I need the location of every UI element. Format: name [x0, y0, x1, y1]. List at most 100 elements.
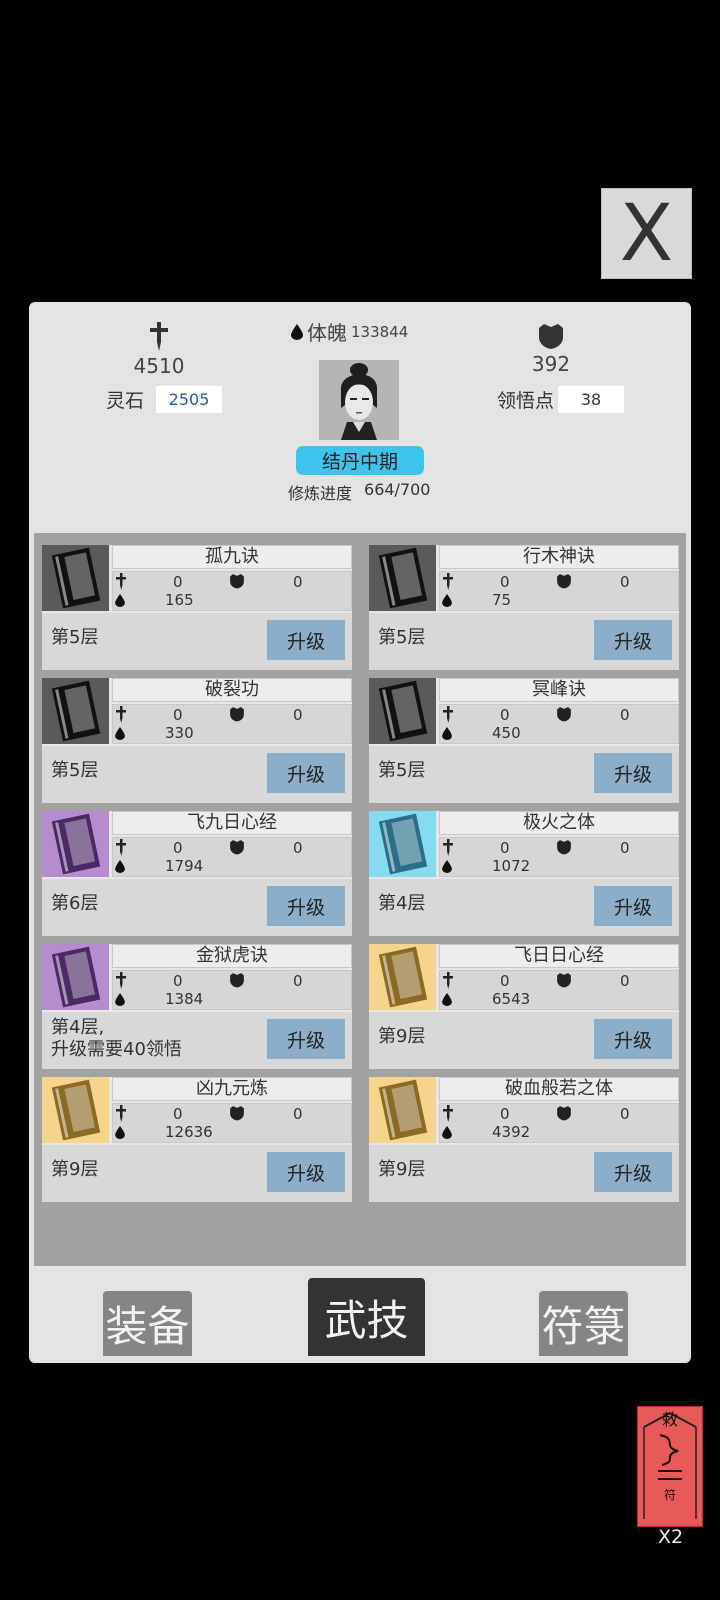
skill-card: 孤九诀 0 0 165 第5层 升级: [42, 545, 352, 670]
upgrade-button[interactable]: 升级: [594, 886, 672, 926]
skill-level-text: 第5层: [51, 627, 99, 648]
blood-drop-icon: [442, 1125, 452, 1143]
skill-level-text: 第6层: [51, 893, 99, 914]
skill-atk: 0: [173, 573, 183, 591]
skill-book-icon: [42, 944, 109, 1010]
tab-equipment[interactable]: 装备: [103, 1291, 192, 1356]
upgrade-button[interactable]: 升级: [267, 753, 345, 793]
skill-book-icon: [369, 944, 436, 1010]
upgrade-button[interactable]: 升级: [267, 1019, 345, 1059]
skill-stats: 0 0 1384: [112, 970, 352, 1010]
skill-hp: 1384: [165, 990, 204, 1008]
skill-level: 第9层: [51, 1159, 98, 1181]
skill-book-icon: [42, 545, 109, 611]
defense-stat: 392: [526, 322, 576, 376]
skill-book-icon: [369, 1077, 436, 1143]
skill-footer: 第9层 升级: [42, 1145, 352, 1202]
skill-def: 0: [293, 839, 303, 857]
skill-grid: 孤九诀 0 0 165 第5层 升级 行木神诀 0 0 75 第5层 升级 破裂…: [34, 533, 686, 1266]
skill-name: 金狱虎诀: [112, 944, 352, 968]
skill-stats: 0 0 12636: [112, 1103, 352, 1143]
attack-value: 4510: [133, 354, 185, 378]
upgrade-button[interactable]: 升级: [594, 1019, 672, 1059]
skill-level-text: 第4层,: [51, 1017, 105, 1038]
defense-value: 392: [531, 352, 571, 376]
upgrade-button[interactable]: 升级: [267, 1152, 345, 1192]
skill-footer: 第4层 升级: [369, 879, 679, 936]
avatar[interactable]: [319, 360, 399, 440]
skill-level-text: 第4层: [378, 893, 426, 914]
blood-drop-icon: [442, 593, 452, 611]
upgrade-button[interactable]: 升级: [594, 1152, 672, 1192]
blood-drop-icon: [115, 726, 125, 744]
skill-level: 第5层: [51, 760, 98, 782]
spirit-stone-value: 2505: [156, 386, 223, 413]
spirit-stone-row: 灵石 2505: [106, 386, 223, 413]
sword-icon: [115, 972, 127, 994]
talisman-scroll-button[interactable]: 敕 符: [637, 1406, 703, 1527]
skill-stats: 0 0 165: [112, 571, 352, 611]
skill-card: 凶九元炼 0 0 12636 第9层 升级: [42, 1077, 352, 1202]
skill-card: 极火之体 0 0 1072 第4层 升级: [369, 811, 679, 936]
shield-icon: [556, 573, 572, 593]
skill-book-icon: [369, 678, 436, 744]
skill-level: 第9层: [378, 1159, 425, 1181]
skill-atk: 0: [500, 706, 510, 724]
skill-level: 第5层: [378, 760, 425, 782]
tab-talismans[interactable]: 符箓: [539, 1291, 628, 1356]
skill-level: 第9层: [378, 1026, 425, 1048]
skill-book-icon: [42, 1077, 109, 1143]
shield-icon: [229, 1105, 245, 1125]
upgrade-button[interactable]: 升级: [594, 753, 672, 793]
blood-drop-icon: [442, 859, 452, 877]
upgrade-button[interactable]: 升级: [267, 620, 345, 660]
skill-hp: 1072: [492, 857, 531, 875]
body-label: 体魄: [307, 321, 347, 345]
skill-footer: 第9层 升级: [369, 1012, 679, 1069]
close-button[interactable]: X: [601, 188, 692, 279]
shield-icon: [556, 706, 572, 726]
skill-footer: 第4层, 升级需要40领悟 升级: [42, 1012, 352, 1069]
skill-level-text: 第5层: [378, 627, 426, 648]
blood-drop-icon: [115, 1125, 125, 1143]
talisman-scroll-icon: 敕 符: [643, 1410, 697, 1519]
skill-card: 行木神诀 0 0 75 第5层 升级: [369, 545, 679, 670]
skill-hp: 75: [492, 591, 512, 609]
skill-footer: 第6层 升级: [42, 879, 352, 936]
skill-def: 0: [293, 706, 303, 724]
blood-drop-icon: [442, 992, 452, 1010]
skill-level-text: 第5层: [51, 760, 99, 781]
skill-def: 0: [293, 573, 303, 591]
skill-stats: 0 0 75: [439, 571, 679, 611]
skill-def: 0: [293, 1105, 303, 1123]
blood-drop-icon: [115, 593, 125, 611]
sword-icon: [115, 1105, 127, 1127]
skill-atk: 0: [173, 706, 183, 724]
skill-def: 0: [620, 972, 630, 990]
skill-atk: 0: [500, 1105, 510, 1123]
sword-icon: [115, 706, 127, 728]
skill-name: 飞日日心经: [439, 944, 679, 968]
skill-stats: 0 0 4392: [439, 1103, 679, 1143]
talisman-multiplier: X2: [658, 1526, 684, 1548]
cultivation-progress: 修炼进度 664/700: [288, 480, 430, 504]
shield-icon: [229, 839, 245, 859]
skill-footer: 第5层 升级: [42, 746, 352, 803]
upgrade-button[interactable]: 升级: [267, 886, 345, 926]
skill-name: 飞九日心经: [112, 811, 352, 835]
sword-icon: [150, 322, 168, 351]
sword-icon: [115, 839, 127, 861]
skill-atk: 0: [500, 839, 510, 857]
tab-martial-arts[interactable]: 武技: [308, 1278, 425, 1356]
shield-icon: [556, 839, 572, 859]
skill-level: 第5层: [51, 627, 98, 649]
insight-label: 领悟点: [497, 390, 555, 412]
shield-icon: [229, 972, 245, 992]
skill-atk: 0: [500, 972, 510, 990]
skill-atk: 0: [173, 839, 183, 857]
skill-def: 0: [620, 573, 630, 591]
skill-level-text: 第9层: [51, 1159, 99, 1180]
upgrade-button[interactable]: 升级: [594, 620, 672, 660]
skill-name: 凶九元炼: [112, 1077, 352, 1101]
sword-icon: [442, 573, 454, 595]
